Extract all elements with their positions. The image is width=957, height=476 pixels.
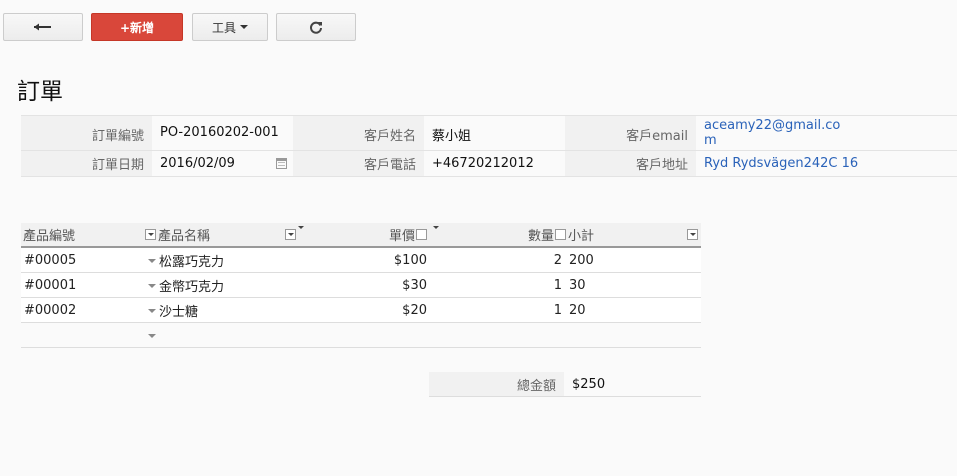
back-button[interactable] xyxy=(3,13,83,41)
product-code: #00001 xyxy=(24,277,77,293)
subtotal-cell: 20 xyxy=(569,302,586,318)
refresh-icon xyxy=(310,21,322,34)
subtotal-cell xyxy=(566,323,701,347)
product-code: #00005 xyxy=(24,252,77,268)
arrow-left-icon xyxy=(34,23,51,31)
customer-name-field[interactable]: 蔡小姐 xyxy=(424,116,565,150)
column-header-quantity: 數量 xyxy=(431,223,566,246)
product-code-cell[interactable]: #00001 xyxy=(21,273,156,297)
product-code-cell[interactable]: #00005 xyxy=(21,248,156,272)
tools-label: 工具 xyxy=(211,20,236,35)
customer-email-link[interactable]: aceamy22@gmail.co m xyxy=(696,116,840,150)
tools-menu-button[interactable]: 工具 xyxy=(192,13,268,41)
header-label: 單價 xyxy=(388,229,415,244)
calendar-icon[interactable] xyxy=(276,158,287,169)
customer-email-line1: aceamy22@gmail.co xyxy=(704,118,841,133)
filter-dropdown-icon[interactable] xyxy=(555,229,566,240)
add-new-button[interactable]: +新增 xyxy=(91,13,183,41)
chevron-down-icon[interactable] xyxy=(148,309,156,313)
order-info-form: 訂單編號 PO-20160202-001 客戶姓名 蔡小姐 客戶email ac… xyxy=(21,115,957,177)
customer-name-label: 客戶姓名 xyxy=(293,116,424,150)
total-value: $250 xyxy=(564,372,701,396)
quantity-cell[interactable]: 1 xyxy=(431,273,566,297)
customer-email-label: 客戶email xyxy=(565,116,696,150)
column-header-unit-price: 單價 xyxy=(296,223,431,246)
header-label: 數量 xyxy=(527,229,554,244)
order-number-field[interactable]: PO-20160202-001 xyxy=(152,116,293,150)
total-label: 總金額 xyxy=(429,372,564,396)
product-code: #00002 xyxy=(24,302,77,318)
table-header: 產品編號 產品名稱 單價 數量 小計 xyxy=(21,223,701,248)
customer-address-link[interactable]: Ryd Rydsvägen242C 16 xyxy=(696,151,957,176)
column-header-subtotal: 小計 xyxy=(566,223,701,246)
quantity-cell[interactable]: 2 xyxy=(431,248,566,272)
filter-dropdown-icon[interactable] xyxy=(416,229,427,240)
new-item-row[interactable] xyxy=(21,323,701,348)
caret-down-icon xyxy=(240,25,248,29)
product-code-cell[interactable]: #00002 xyxy=(21,298,156,322)
chevron-down-icon[interactable] xyxy=(148,259,156,263)
filter-dropdown-icon[interactable] xyxy=(285,229,296,240)
filter-dropdown-icon[interactable] xyxy=(687,229,698,240)
product-name-cell[interactable]: 沙士糖 xyxy=(156,298,296,322)
filter-dropdown-icon[interactable] xyxy=(145,229,156,240)
column-header-product-code: 產品編號 xyxy=(21,223,156,246)
unit-price-cell[interactable] xyxy=(296,323,431,347)
product-name-cell[interactable] xyxy=(156,323,296,347)
customer-email-line2: m xyxy=(704,133,717,148)
quantity-cell[interactable]: 1 xyxy=(431,298,566,322)
unit-price-cell[interactable]: $100 xyxy=(296,248,431,272)
order-date-field[interactable]: 2016/02/09 xyxy=(152,151,293,176)
unit-price-cell[interactable]: $20 xyxy=(296,298,431,322)
customer-address-label: 客戶地址 xyxy=(565,151,696,176)
subtotal-cell: 30 xyxy=(569,277,586,293)
unit-price-cell[interactable]: $30 xyxy=(296,273,431,297)
column-header-product-name: 產品名稱 xyxy=(156,223,296,246)
subtotal-cell: 200 xyxy=(569,252,594,268)
table-row[interactable]: #00001 金幣巧克力 $30 1 30 xyxy=(21,273,701,298)
header-label: 產品編號 xyxy=(23,229,76,244)
product-name-cell[interactable]: 金幣巧克力 xyxy=(156,273,296,297)
page-title: 訂單 xyxy=(17,79,63,105)
product-name-cell[interactable]: 松露巧克力 xyxy=(156,248,296,272)
info-row: 訂單日期 2016/02/09 客戶電話 +46720212012 客戶地址 R… xyxy=(21,151,957,177)
table-row[interactable]: #00005 松露巧克力 $100 2 200 xyxy=(21,248,701,273)
chevron-down-icon[interactable] xyxy=(148,334,156,338)
customer-phone-label: 客戶電話 xyxy=(293,151,424,176)
order-date-value: 2016/02/09 xyxy=(160,156,235,171)
chevron-down-icon[interactable] xyxy=(148,284,156,288)
order-total: 總金額 $250 xyxy=(429,372,701,397)
info-row: 訂單編號 PO-20160202-001 客戶姓名 蔡小姐 客戶email ac… xyxy=(21,115,957,151)
product-code-cell[interactable] xyxy=(21,323,156,347)
header-label: 產品名稱 xyxy=(158,229,211,244)
table-row[interactable]: #00002 沙士糖 $20 1 20 xyxy=(21,298,701,323)
quantity-cell[interactable] xyxy=(431,323,566,347)
add-new-label: +新增 xyxy=(119,20,155,35)
order-number-label: 訂單編號 xyxy=(21,116,152,150)
order-items-table: 產品編號 產品名稱 單價 數量 小計 #00005 松露巧克力 $100 2 2… xyxy=(21,223,701,348)
order-date-label: 訂單日期 xyxy=(21,151,152,176)
refresh-button[interactable] xyxy=(276,13,356,41)
header-label: 小計 xyxy=(568,229,595,244)
customer-phone-field[interactable]: +46720212012 xyxy=(424,151,565,176)
